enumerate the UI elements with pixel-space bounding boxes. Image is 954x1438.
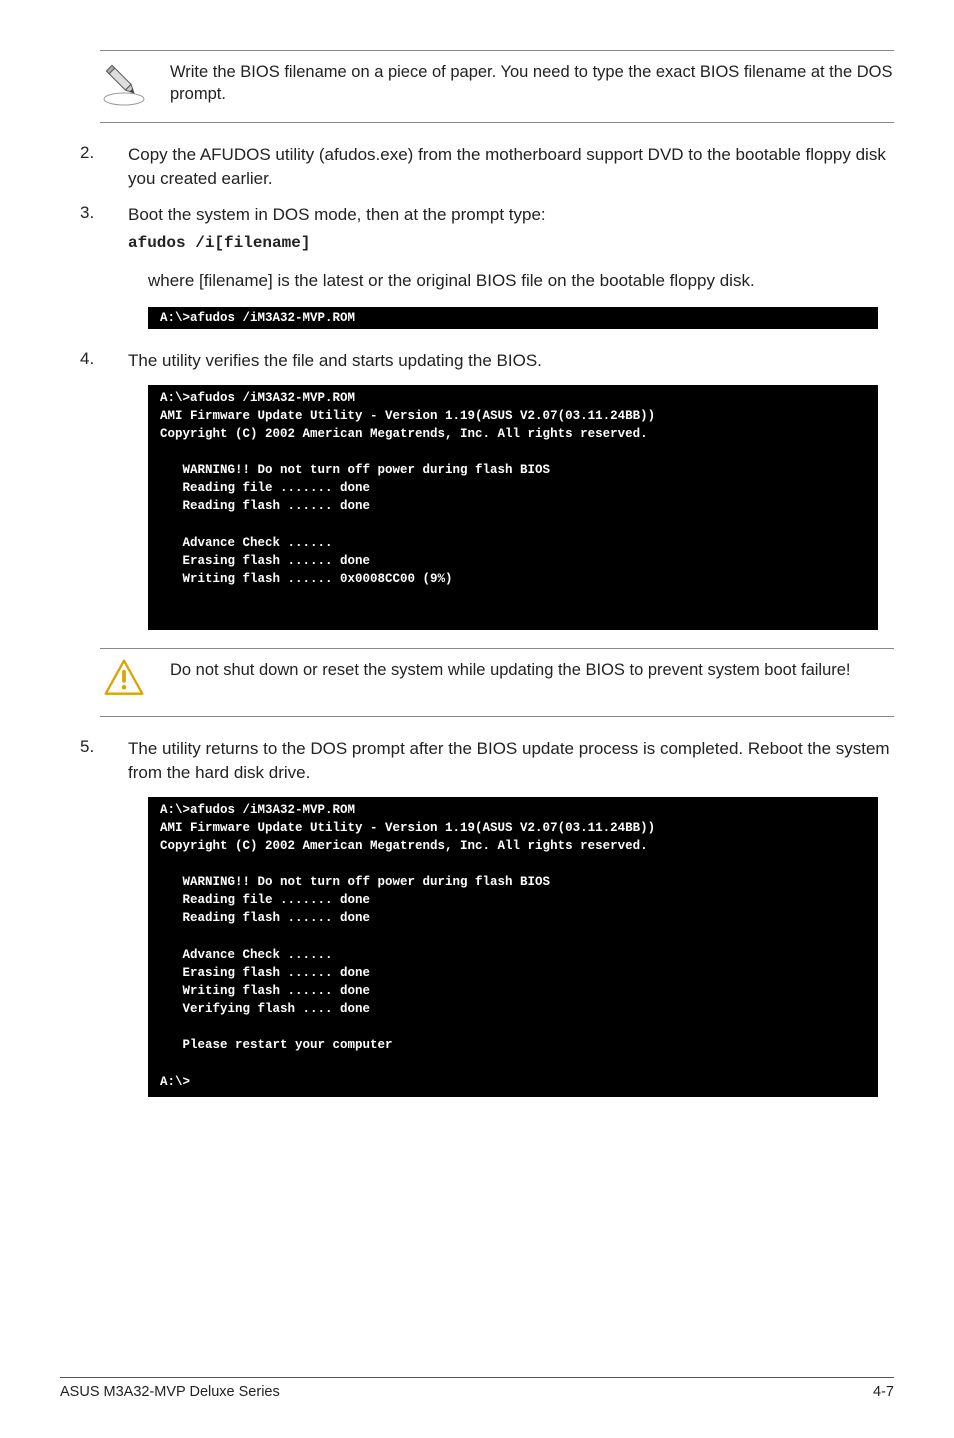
steps-list-3: 5. The utility returns to the DOS prompt… [60,737,894,785]
terminal-3: A:\>afudos /iM3A32-MVP.ROM AMI Firmware … [148,797,878,1097]
step-5: 5. The utility returns to the DOS prompt… [60,737,894,785]
steps-list-2: 4. The utility verifies the file and sta… [60,349,894,373]
warning-text: Do not shut down or reset the system whi… [170,657,851,681]
step3-text: Boot the system in DOS mode, then at the… [128,205,546,224]
step-body: Copy the AFUDOS utility (afudos.exe) fro… [128,143,894,191]
footer-right: 4-7 [873,1384,894,1400]
terminal-1: A:\>afudos /iM3A32-MVP.ROM [148,307,878,329]
step-body: Boot the system in DOS mode, then at the… [128,203,894,255]
step-body: The utility returns to the DOS prompt af… [128,737,894,785]
note-pencil: Write the BIOS filename on a piece of pa… [100,50,894,123]
footer-left: ASUS M3A32-MVP Deluxe Series [60,1384,280,1400]
step-number: 2. [60,143,100,191]
step3-description: where [filename] is the latest or the or… [148,269,894,293]
page-footer: ASUS M3A32-MVP Deluxe Series 4-7 [60,1377,894,1400]
step-number: 4. [60,349,100,373]
step3-command: afudos /i[filename] [128,232,894,254]
pencil-icon [100,59,148,112]
note-warning: Do not shut down or reset the system whi… [100,648,894,717]
warning-icon [100,657,148,706]
step-3: 3. Boot the system in DOS mode, then at … [60,203,894,255]
step-4: 4. The utility verifies the file and sta… [60,349,894,373]
step-number: 5. [60,737,100,785]
steps-list: 2. Copy the AFUDOS utility (afudos.exe) … [60,143,894,255]
step-number: 3. [60,203,100,255]
step-2: 2. Copy the AFUDOS utility (afudos.exe) … [60,143,894,191]
note-text: Write the BIOS filename on a piece of pa… [170,59,894,106]
terminal-2: A:\>afudos /iM3A32-MVP.ROM AMI Firmware … [148,385,878,631]
step-body: The utility verifies the file and starts… [128,349,894,373]
